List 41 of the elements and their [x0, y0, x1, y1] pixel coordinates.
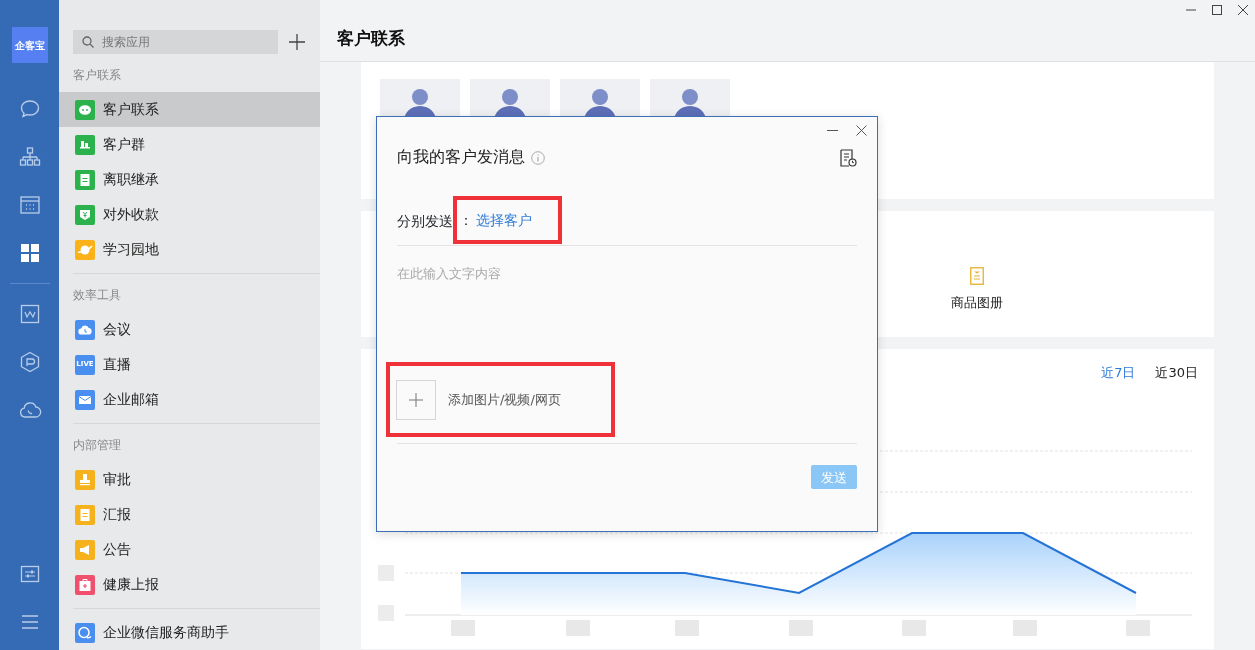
section-heading: 效率工具: [72, 287, 122, 304]
close-icon[interactable]: [856, 125, 867, 136]
search-icon: [82, 36, 94, 48]
sidebar-item[interactable]: 学习园地: [59, 232, 320, 267]
app-logo[interactable]: 企客宝: [11, 27, 48, 63]
section-heading: 内部管理: [72, 437, 122, 454]
sidebar-item[interactable]: 企业微信服务商助手: [59, 615, 320, 650]
calendar-icon[interactable]: [17, 193, 42, 217]
message-area[interactable]: 在此输入文字内容: [397, 246, 857, 377]
sidebar-item[interactable]: 汇报: [59, 497, 320, 532]
sidebar-item[interactable]: 离职继承: [59, 162, 320, 197]
add-attachment-button[interactable]: [396, 379, 436, 420]
search-field[interactable]: 搜索应用: [73, 30, 278, 54]
range-tab[interactable]: 近30日: [1155, 363, 1198, 383]
plus-icon: [408, 391, 424, 408]
message-field[interactable]: 在此输入文字内容: [397, 264, 857, 365]
add-icon[interactable]: [288, 33, 306, 51]
tool-label[interactable]: 商品图册: [951, 293, 1003, 313]
range-tab[interactable]: 近7日: [1101, 363, 1136, 383]
history-icon[interactable]: [839, 148, 857, 167]
sidebar-item[interactable]: 客户联系: [59, 92, 320, 127]
attachment-label: 添加图片/视频/网页: [448, 391, 561, 409]
page-title: 客户联系: [337, 26, 405, 50]
sidebar-item[interactable]: 客户群: [59, 127, 320, 162]
sidebar-item[interactable]: 健康上报: [59, 567, 320, 602]
sidebar-item[interactable]: 企业邮箱: [59, 382, 320, 417]
sidebar-item[interactable]: 审批: [59, 462, 320, 497]
sidebar-item[interactable]: 会议: [59, 312, 320, 347]
colon: ：: [459, 210, 473, 230]
sidebar-item[interactable]: 对外收款: [59, 197, 320, 232]
select-customer-link[interactable]: 选择客户: [476, 209, 532, 230]
section-heading: 客户联系: [72, 67, 122, 84]
maximize-icon[interactable]: [1211, 4, 1223, 16]
catalog-icon[interactable]: [970, 267, 984, 285]
close-icon[interactable]: [1237, 4, 1249, 16]
org-chart-icon[interactable]: [17, 145, 42, 169]
dialog-title: 向我的客户发消息: [397, 147, 525, 168]
sidebar-item[interactable]: 公告: [59, 532, 320, 567]
info-icon[interactable]: [531, 150, 545, 165]
field-label: 分别发送: [397, 211, 453, 231]
search-input[interactable]: 搜索应用: [102, 33, 242, 51]
